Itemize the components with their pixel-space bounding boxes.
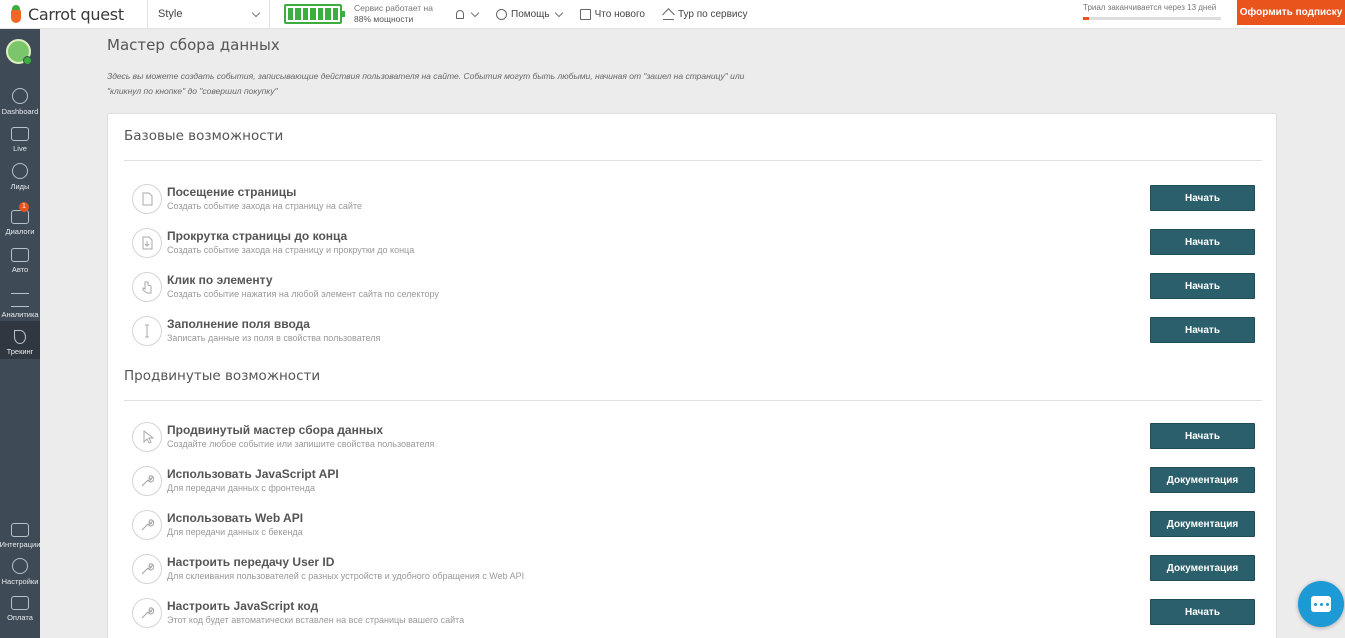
sidebar-item-tracking[interactable]: Трекинг: [0, 321, 40, 359]
carrot-logo-icon: [9, 5, 23, 23]
whats-new-label: Что нового: [594, 8, 645, 20]
list-item: Прокрутка страницы до конца Создать собы…: [132, 223, 1262, 263]
logo-text: Carrot quest: [28, 4, 124, 24]
cursor-icon: [132, 422, 162, 452]
chevron-down-icon: [470, 8, 480, 17]
section-divider: [124, 160, 1262, 161]
sidebar-item-payment[interactable]: Оплата: [0, 587, 40, 625]
integrations-icon: [11, 523, 29, 537]
list-item: Продвинутый мастер сбора данных Создайте…: [132, 417, 1262, 457]
start-button[interactable]: Начать: [1150, 317, 1255, 343]
avatar[interactable]: [6, 39, 32, 65]
trial-indicator: Триал заканчивается через 13 дней: [1083, 0, 1223, 29]
battery-icon: [284, 4, 345, 24]
service-status-text: Сервис работает на 88% мощности: [354, 3, 433, 24]
sidebar-item-dialogs[interactable]: 1 Диалоги: [0, 201, 40, 239]
list-item: Настроить JavaScript код Этот код будет …: [132, 593, 1262, 633]
wrench-icon: [132, 466, 162, 496]
sidebar-item-leads[interactable]: Лиды: [0, 156, 40, 194]
list-item: Использовать Web API Для передачи данных…: [132, 505, 1262, 545]
analytics-icon: [11, 293, 29, 307]
list-item: Использовать JavaScript API Для передачи…: [132, 461, 1262, 501]
dialogs-icon: [11, 210, 29, 224]
chevron-down-icon: [554, 8, 563, 17]
help-label: Помощь: [511, 8, 550, 20]
bell-icon: [456, 9, 464, 19]
wrench-icon: [132, 510, 162, 540]
list-item: Клик по элементу Создать событие нажатия…: [132, 267, 1262, 307]
start-button[interactable]: Начать: [1150, 273, 1255, 299]
wrench-icon: [132, 554, 162, 584]
documentation-button[interactable]: Документация: [1150, 511, 1255, 537]
trial-progress-bar: [1083, 17, 1221, 20]
documentation-button[interactable]: Документация: [1150, 555, 1255, 581]
notifications-button[interactable]: [456, 8, 480, 19]
wrench-icon: [132, 598, 162, 628]
leads-icon: [12, 163, 28, 179]
section-divider: [124, 400, 1262, 401]
help-menu[interactable]: Помощь: [496, 8, 563, 20]
sidebar-item-integrations[interactable]: Интеграции: [0, 514, 40, 552]
sidebar-item-analytics[interactable]: Аналитика: [0, 284, 40, 322]
basic-section-title: Базовые возможности: [124, 128, 284, 144]
card-icon: [11, 596, 29, 610]
start-button[interactable]: Начать: [1150, 185, 1255, 211]
sidebar: Dashboard Live Лиды 1 Диалоги Авто Анали…: [0, 29, 40, 638]
lifebuoy-icon: [496, 8, 507, 20]
dashboard-icon: [12, 88, 28, 104]
chat-icon: [1311, 596, 1331, 612]
chevron-down-icon: [251, 8, 261, 17]
auto-icon: [11, 248, 29, 262]
sidebar-item-auto[interactable]: Авто: [0, 239, 40, 277]
sidebar-item-dashboard[interactable]: Dashboard: [0, 81, 40, 119]
data-collection-card: Базовые возможности Посещение страницы С…: [107, 113, 1277, 638]
trial-text: Триал заканчивается через 13 дней: [1083, 3, 1217, 12]
documentation-button[interactable]: Документация: [1150, 467, 1255, 493]
start-button[interactable]: Начать: [1150, 599, 1255, 625]
list-item: Заполнение поля ввода Записать данные из…: [132, 311, 1262, 351]
page-title: Мастер сбора данных: [107, 36, 280, 54]
logo[interactable]: Carrot quest: [0, 0, 148, 29]
advanced-section-title: Продвинутые возможности: [124, 368, 321, 384]
list-item: Посещение страницы Создать событие заход…: [132, 179, 1262, 219]
list-item: Настроить передачу User ID Для склеивани…: [132, 549, 1262, 589]
tour-label: Тур по сервису: [677, 8, 748, 20]
text-cursor-icon: [132, 316, 162, 346]
project-select[interactable]: Style: [148, 0, 270, 29]
trial-progress-fill: [1083, 17, 1089, 20]
subscribe-button[interactable]: Оформить подписку: [1237, 0, 1345, 25]
page-description: Здесь вы можете создать события, записыв…: [107, 71, 745, 96]
click-icon: [132, 272, 162, 302]
gift-icon: [579, 8, 591, 20]
tracking-icon: [14, 330, 26, 344]
sidebar-item-settings[interactable]: Настройки: [0, 551, 40, 589]
live-icon: [11, 127, 29, 141]
scroll-icon: [132, 228, 162, 258]
start-button[interactable]: Начать: [1150, 423, 1255, 449]
tour-link[interactable]: Тур по сервису: [662, 8, 748, 20]
gear-icon: [12, 558, 28, 574]
whats-new-link[interactable]: Что нового: [579, 8, 645, 20]
service-status: Сервис работает на 88% мощности: [284, 3, 444, 25]
project-name: Style: [158, 8, 183, 20]
sidebar-item-live[interactable]: Live: [0, 118, 40, 156]
start-button[interactable]: Начать: [1150, 229, 1255, 255]
chat-widget-button[interactable]: [1298, 581, 1344, 627]
unread-badge: 1: [19, 202, 29, 212]
graduation-cap-icon: [662, 9, 674, 20]
page-icon: [132, 184, 162, 214]
